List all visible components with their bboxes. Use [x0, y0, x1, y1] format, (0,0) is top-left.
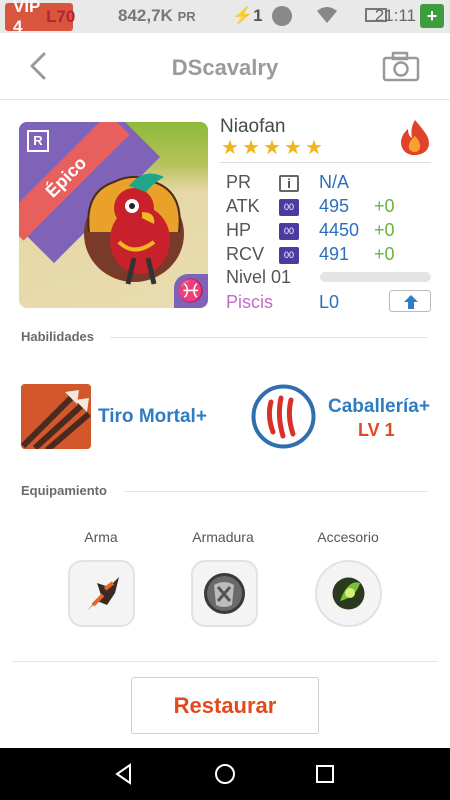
info-icon[interactable]: i	[279, 175, 299, 192]
vip-label: VIP 4	[13, 0, 41, 36]
stat-row-atk: ATK 00 495 +0	[226, 196, 436, 218]
stat-row-pr: PR i N/A	[226, 172, 436, 194]
add-button[interactable]: +	[420, 4, 444, 28]
monster-portrait[interactable]: Épico R ♓	[19, 122, 208, 308]
monster-name: Niaofan	[220, 116, 286, 137]
star-icon: ★	[221, 137, 239, 159]
armor-icon	[204, 573, 245, 614]
upgrade-button[interactable]	[389, 290, 431, 312]
player-level: L70	[46, 7, 76, 26]
equip-slot-accessory[interactable]	[315, 560, 382, 627]
back-nav-icon[interactable]	[112, 762, 136, 786]
divider	[125, 491, 428, 492]
stat-value: 4450	[319, 220, 360, 240]
stat-bonus: +0	[374, 196, 395, 216]
stat-value: 495	[319, 196, 350, 216]
equip-label-armor: Armadura	[192, 529, 254, 545]
star-icon: ★	[305, 137, 323, 159]
stat-row-rcv: RCV 00 491 +0	[226, 244, 436, 266]
clock: 21:11	[374, 6, 416, 25]
header: DScavalry	[0, 33, 450, 100]
stat-bonus: +0	[374, 220, 395, 240]
skill-icon-caballeria[interactable]	[251, 384, 316, 449]
weapon-icon	[87, 577, 119, 611]
stat-label: ATK	[226, 196, 260, 216]
skill-name[interactable]: Caballería+	[328, 396, 430, 418]
paw-icon	[272, 6, 292, 26]
skill-level: LV 1	[358, 420, 395, 440]
equip-label-accessory: Accesorio	[317, 529, 379, 545]
accessory-icon	[332, 577, 365, 610]
section-title-abilities: Habilidades	[21, 329, 94, 344]
energy-value: 1	[253, 6, 263, 25]
stat-bonus: +0	[374, 244, 395, 264]
equip-slot-weapon[interactable]	[68, 560, 135, 627]
star-icon: ★	[284, 137, 302, 159]
star-icon: ★	[242, 137, 260, 159]
gems-value: 842,7K	[118, 6, 173, 25]
recents-nav-icon[interactable]	[313, 762, 337, 786]
equip-slot-armor[interactable]	[191, 560, 258, 627]
gems-count: 842,7K PR	[118, 6, 196, 26]
energy: ⚡1	[232, 6, 263, 26]
sign-level: L0	[319, 292, 340, 312]
stat-icon: 00	[279, 223, 299, 240]
home-nav-icon[interactable]	[213, 762, 237, 786]
divider	[110, 337, 428, 338]
divider	[220, 162, 431, 163]
stat-row-hp: HP 00 4450 +0	[226, 220, 436, 242]
rarity-badge: R	[27, 130, 49, 152]
arrows-icon	[21, 384, 91, 449]
stat-value: N/A	[319, 172, 350, 192]
system-nav-bar	[0, 748, 450, 800]
monster-image	[84, 173, 184, 285]
gems-unit: PR	[177, 9, 196, 24]
star-rating: ★ ★ ★ ★ ★	[221, 137, 324, 159]
arrow-up-icon	[404, 295, 418, 309]
stat-label: HP	[226, 220, 252, 240]
vip-badge: VIP 4 L70	[5, 0, 76, 36]
wifi-icon	[316, 6, 338, 29]
skill-name[interactable]: Tiro Mortal+	[98, 406, 207, 428]
level-label: Nivel 01	[226, 267, 292, 287]
lightning-icon: ⚡	[232, 6, 254, 25]
stat-label: PR	[226, 172, 252, 192]
status-bar: VIP 4 L70 842,7K PR ⚡1 21:11 +	[0, 0, 450, 36]
level-progress-bar	[320, 272, 431, 282]
sign-label: Piscis	[226, 292, 274, 312]
stat-icon: 00	[279, 247, 299, 264]
equip-label-weapon: Arma	[84, 529, 118, 545]
stat-icon: 00	[279, 199, 299, 216]
skill-icon-tiro-mortal[interactable]	[21, 384, 91, 449]
fire-icon	[401, 120, 429, 156]
divider	[12, 661, 438, 662]
restore-button[interactable]: Restaurar	[131, 677, 319, 734]
stat-value: 491	[319, 244, 350, 264]
star-icon: ★	[263, 137, 281, 159]
claw-icon	[251, 384, 316, 449]
section-title-equipment: Equipamiento	[21, 483, 107, 498]
stat-label: RCV	[226, 244, 265, 264]
pisces-icon: ♓	[174, 274, 208, 308]
camera-icon[interactable]	[382, 51, 420, 83]
page: VIP 4 L70 842,7K PR ⚡1 21:11 + DScavalry	[0, 0, 450, 800]
